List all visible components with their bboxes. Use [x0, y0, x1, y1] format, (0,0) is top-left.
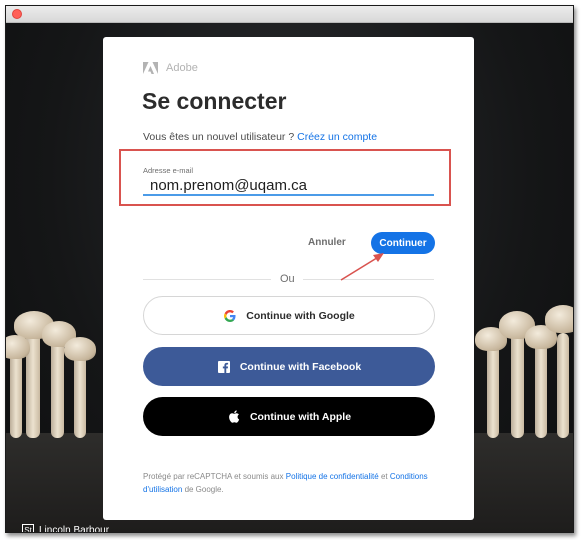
email-label: Adresse e-mail	[143, 166, 194, 175]
new-user-prompt: Vous êtes un nouvel utilisateur ? Créez …	[143, 131, 377, 143]
stock-badge-icon: St	[22, 524, 34, 532]
facebook-logo-icon	[217, 360, 231, 374]
close-window-button[interactable]	[12, 9, 22, 19]
apple-logo-icon	[227, 410, 241, 424]
brand-header: Adobe	[143, 62, 198, 74]
privacy-policy-link[interactable]: Politique de confidentialité	[286, 472, 379, 481]
mushroom-cluster-right	[473, 293, 573, 453]
google-logo-icon	[223, 309, 237, 323]
title-bar	[6, 6, 573, 23]
recaptcha-notice: Protégé par reCAPTCHA et soumis aux Poli…	[143, 472, 428, 494]
brand-name: Adobe	[166, 62, 198, 74]
facebook-button-label: Continue with Facebook	[239, 360, 362, 373]
google-button-label: Continue with Google	[246, 309, 355, 322]
email-field[interactable]	[143, 176, 434, 196]
or-divider-label: Ou	[280, 273, 295, 285]
continue-with-facebook-button[interactable]: Continue with Facebook	[143, 347, 435, 386]
divider-line-right	[303, 279, 434, 280]
login-card: Adobe Se connecter Vous êtes un nouvel u…	[103, 37, 474, 520]
page-title: Se connecter	[142, 88, 287, 114]
continue-button[interactable]: Continuer	[371, 232, 435, 254]
photo-credit: St Lincoln Barbour	[22, 524, 110, 533]
mushroom-cluster-left	[6, 293, 106, 453]
divider-line-left	[143, 279, 271, 280]
cancel-button[interactable]: Annuler	[308, 232, 346, 252]
app-window: St Lincoln Barbour Adobe Se connecter Vo…	[5, 5, 574, 533]
continue-with-google-button[interactable]: Continue with Google	[143, 296, 435, 335]
create-account-link[interactable]: Créez un compte	[297, 131, 377, 143]
continue-with-apple-button[interactable]: Continue with Apple	[143, 397, 435, 436]
photo-credit-name: Lincoln Barbour	[39, 524, 110, 533]
adobe-logo-icon	[143, 62, 158, 74]
new-user-text: Vous êtes un nouvel utilisateur ?	[143, 131, 295, 143]
apple-button-label: Continue with Apple	[249, 410, 352, 423]
